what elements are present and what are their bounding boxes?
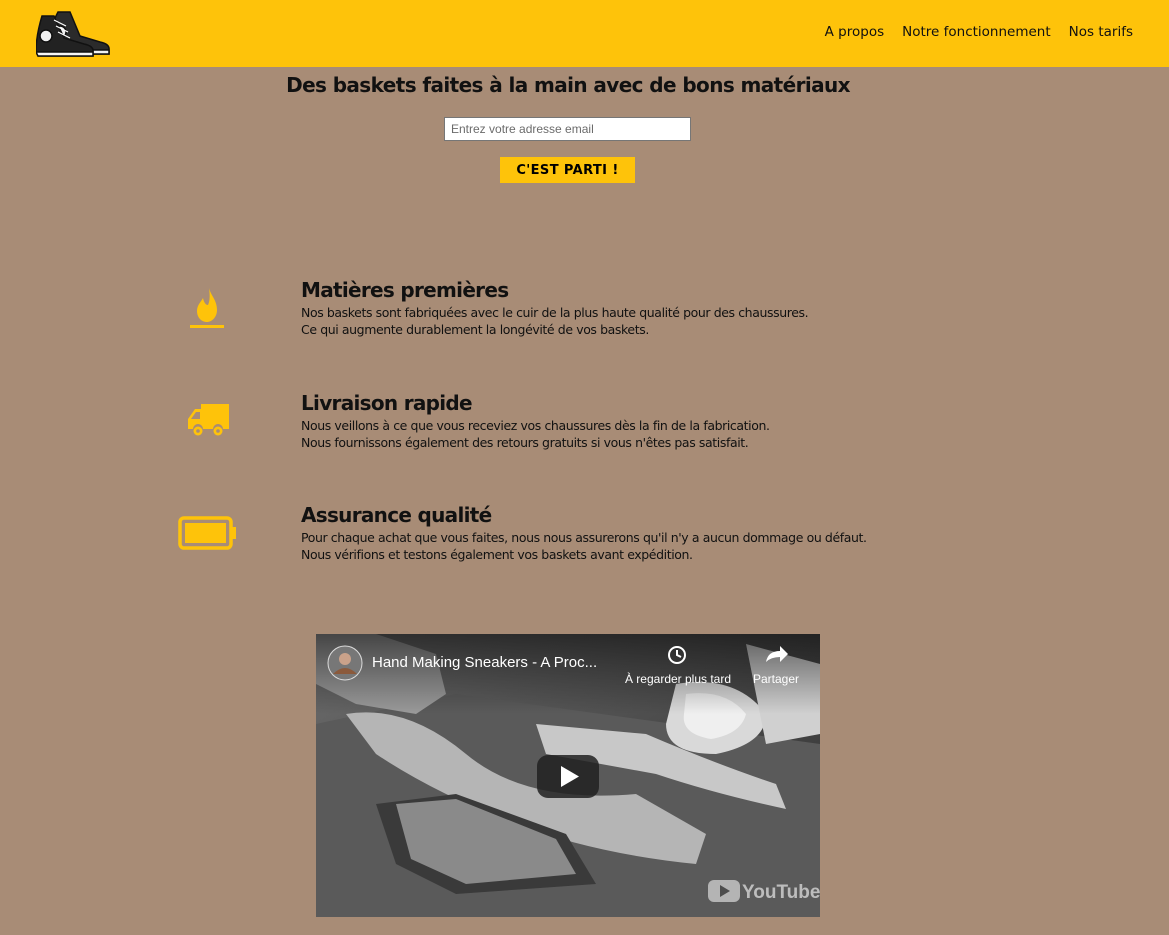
- nav-link-a-propos[interactable]: A propos: [825, 24, 884, 40]
- youtube-wordmark: YouTube: [742, 882, 820, 903]
- share-button[interactable]: Partager: [740, 672, 812, 686]
- hero-title: Des baskets faites à la main avec de bon…: [286, 73, 850, 97]
- feature-text: Pour chaque achat que vous faites, nous …: [301, 530, 867, 562]
- feature-matieres: Matières premières Nos baskets sont fabr…: [0, 278, 1169, 358]
- email-input[interactable]: [444, 117, 691, 141]
- watch-later-button[interactable]: À regarder plus tard: [616, 672, 740, 686]
- youtube-video-embed[interactable]: YouTube Hand Making Sneakers - A Proc...…: [316, 634, 820, 917]
- feature-title: Assurance qualité: [301, 503, 492, 527]
- feature-title: Matières premières: [301, 278, 509, 302]
- site-header: A propos Notre fonctionnement Nos tarifs: [0, 0, 1169, 67]
- sneakers-logo[interactable]: [36, 6, 112, 60]
- main-nav: A propos Notre fonctionnement Nos tarifs: [825, 24, 1133, 40]
- feature-text: Nos baskets sont fabriquées avec le cuir…: [301, 305, 809, 337]
- submit-button[interactable]: C'EST PARTI !: [500, 157, 635, 183]
- feature-text: Nous veillons à ce que vous receviez vos…: [301, 418, 770, 450]
- nav-link-fonctionnement[interactable]: Notre fonctionnement: [902, 24, 1051, 40]
- truck-icon: [188, 404, 229, 436]
- flame-icon: [190, 288, 224, 328]
- battery-full-icon: [178, 516, 236, 550]
- feature-assurance: Assurance qualité Pour chaque achat que …: [0, 503, 1169, 583]
- feature-livraison: Livraison rapide Nous veillons à ce que …: [0, 391, 1169, 471]
- nav-link-tarifs[interactable]: Nos tarifs: [1069, 24, 1133, 40]
- video-title[interactable]: Hand Making Sneakers - A Proc...: [372, 654, 597, 671]
- feature-title: Livraison rapide: [301, 391, 473, 415]
